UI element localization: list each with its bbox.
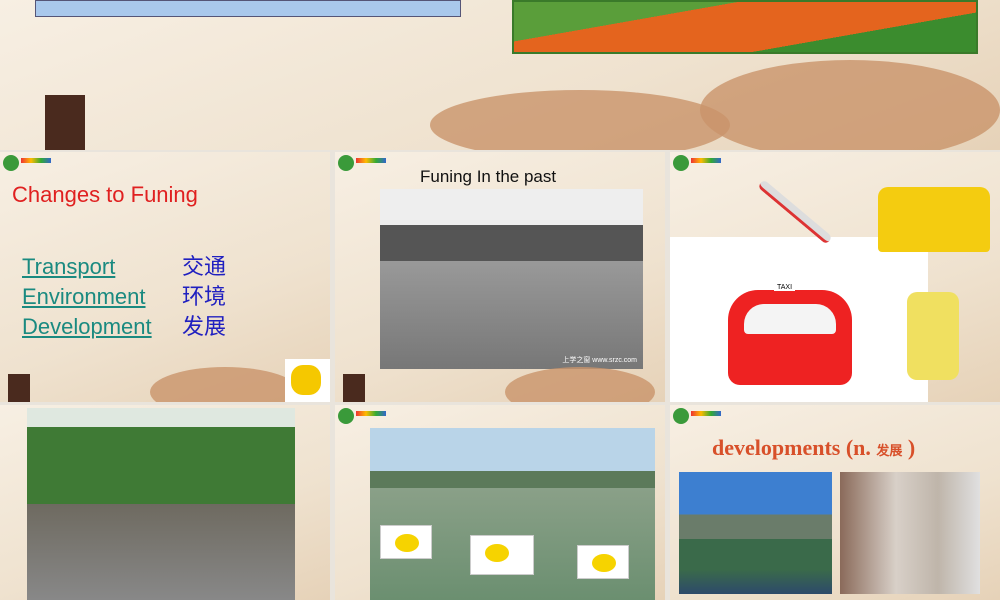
slide-title: Changes to Funing — [12, 182, 198, 207]
slide-thumbnail-4[interactable] — [0, 405, 330, 600]
duck-icon — [470, 535, 534, 575]
slide-thumbnail-2[interactable]: Funing In the past 上学之窗 www.srzc.com — [335, 152, 665, 402]
old-road-photo: 上学之窗 www.srzc.com — [380, 189, 643, 369]
slide-thumbnail-top[interactable] — [0, 0, 1000, 150]
watermark: 上学之窗 www.srzc.com — [562, 357, 637, 364]
duck-icon — [380, 525, 432, 559]
brush-pot-icon — [45, 95, 85, 150]
clap-hands-icon[interactable] — [285, 359, 330, 402]
logo-icon — [673, 155, 721, 171]
logo-icon — [338, 155, 386, 171]
link-transport[interactable]: Transport — [22, 252, 182, 282]
brush-pot-icon — [8, 374, 30, 402]
logo-icon — [338, 408, 386, 424]
apartment-buildings-photo — [840, 472, 980, 594]
railway-photo — [27, 408, 295, 600]
title-end: ) — [902, 435, 916, 460]
zh-label: 交通 — [182, 254, 227, 279]
slide-thumbnail-5[interactable] — [335, 405, 665, 600]
slide-title: Funing In the past — [420, 167, 557, 186]
taxi-sign: TAXI — [774, 284, 796, 291]
yellow-bus-icon — [878, 187, 990, 252]
zh-label: 环境 — [182, 284, 227, 309]
double-decker-bus-icon — [907, 292, 959, 380]
title-text: developments (n. — [712, 435, 877, 460]
brush-pot-icon — [343, 374, 365, 402]
title-zh: 发展 — [876, 443, 903, 458]
sky-image — [35, 0, 461, 17]
cloud-decoration — [430, 90, 730, 150]
duck-icon — [577, 545, 629, 579]
link-development[interactable]: Development — [22, 312, 182, 342]
slide-thumbnail-6[interactable]: developments (n. 发展 ) — [670, 405, 1000, 600]
slide-title: developments (n. 发展 ) — [712, 435, 915, 461]
lotus-village-photo — [679, 472, 832, 594]
link-environment[interactable]: Environment — [22, 282, 182, 312]
zh-label: 发展 — [182, 314, 227, 339]
logo-icon — [3, 155, 51, 171]
cloud-decoration — [505, 367, 655, 402]
cloud-decoration — [700, 60, 1000, 150]
slide-thumbnail-1[interactable]: Changes to Funing Transport 交通 Environme… — [0, 152, 330, 402]
airplane-icon — [757, 179, 833, 245]
logo-icon — [673, 408, 721, 424]
cloud-decoration — [150, 367, 300, 402]
slide-thumbnail-3[interactable]: TAXI — [670, 152, 1000, 402]
taxi-icon: TAXI — [728, 284, 852, 385]
village-illustration — [512, 0, 978, 54]
